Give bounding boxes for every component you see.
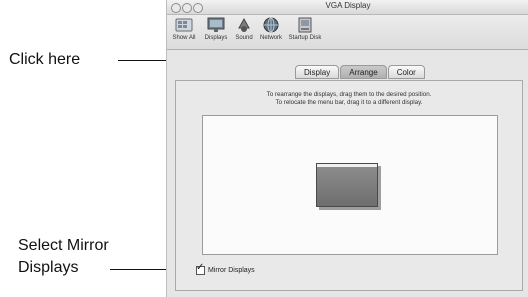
- tab-arrange[interactable]: Arrange: [340, 65, 387, 79]
- sound-icon: [235, 17, 253, 33]
- arrange-instructions-line1: To rearrange the displays, drag them to …: [266, 91, 432, 98]
- display-arrangement-area: [202, 115, 498, 255]
- toolbar-displays[interactable]: Displays: [201, 17, 231, 41]
- startup-disk-icon: [296, 17, 314, 33]
- displays-icon: [207, 17, 225, 33]
- mirror-displays-checkbox[interactable]: ✓: [196, 262, 205, 275]
- toolbar-network[interactable]: Network: [256, 17, 286, 41]
- callout-select-mirror-line2: Displays: [18, 259, 79, 276]
- tab-bar: Display Arrange Color: [295, 65, 426, 79]
- toolbar-startup-disk-label: Startup Disk: [288, 35, 322, 41]
- toolbar-sound-label: Sound: [235, 35, 253, 41]
- mirror-displays-label: Mirror Displays: [208, 267, 255, 274]
- toolbar-sound[interactable]: Sound: [231, 17, 257, 41]
- checkmark-icon: ✓: [196, 262, 205, 273]
- arrange-instructions-line2: To relocate the menu bar, drag it to a d…: [275, 99, 423, 106]
- tab-display[interactable]: Display: [295, 65, 340, 79]
- tab-color[interactable]: Color: [387, 65, 425, 79]
- arrange-pane: To rearrange the displays, drag them to …: [175, 80, 523, 291]
- toolbar-startup-disk[interactable]: Startup Disk: [287, 17, 323, 41]
- toolbar-displays-label: Displays: [204, 35, 228, 41]
- toolbar: Show All Displays Sound Network Startup …: [167, 15, 528, 50]
- menu-bar-indicator[interactable]: [317, 164, 377, 167]
- arrange-instructions: To rearrange the displays, drag them to …: [176, 91, 522, 107]
- show-all-icon: [175, 17, 193, 33]
- callout-click-here: Click here: [9, 51, 81, 68]
- toolbar-show-all-label: Show All: [172, 35, 196, 41]
- mirror-displays-option[interactable]: ✓ Mirror Displays: [196, 262, 255, 275]
- toolbar-show-all[interactable]: Show All: [169, 17, 199, 41]
- toolbar-network-label: Network: [259, 35, 282, 41]
- window-title: VGA Display: [325, 1, 371, 10]
- title-bar: VGA Display: [167, 0, 528, 15]
- network-icon: [262, 17, 280, 33]
- preferences-window: VGA Display Show All Displays Sound Netw…: [166, 0, 528, 297]
- callout-select-mirror-line1: Select Mirror: [18, 237, 109, 254]
- display-thumbnail[interactable]: [316, 163, 378, 207]
